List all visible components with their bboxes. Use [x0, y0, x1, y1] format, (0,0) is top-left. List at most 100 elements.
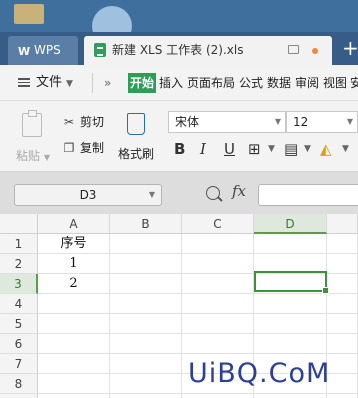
cell-c4[interactable] — [182, 294, 254, 314]
fill-color-icon[interactable]: ◭ — [320, 139, 332, 159]
cell-c6[interactable] — [182, 334, 254, 354]
insert-function-button[interactable]: fx — [232, 182, 246, 200]
document-tab[interactable]: 新建 XLS 工作表 (2).xls — [84, 36, 332, 65]
tab-insert[interactable]: 插入 — [157, 73, 185, 93]
cell-e4[interactable] — [327, 294, 358, 314]
copy-button[interactable]: ❐ 复制 — [62, 139, 104, 156]
row-header-8[interactable]: 8 — [0, 374, 38, 394]
cell-c2[interactable] — [182, 254, 254, 274]
column-header-c[interactable]: C — [182, 214, 254, 234]
row-header-5[interactable]: 5 — [0, 314, 38, 334]
select-all-corner[interactable] — [0, 214, 38, 234]
folder-icon[interactable] — [14, 4, 44, 24]
tab-data[interactable]: 数据 — [265, 73, 293, 93]
cell-b1[interactable] — [110, 234, 182, 254]
cell-d5[interactable] — [254, 314, 327, 334]
desktop-background — [0, 0, 358, 32]
column-header-b[interactable]: B — [110, 214, 182, 234]
title-tab-bar: W WPS 新建 XLS 工作表 (2).xls + — [0, 32, 358, 65]
cell-b7[interactable] — [110, 354, 182, 374]
cell-b4[interactable] — [110, 294, 182, 314]
cell-b6[interactable] — [110, 334, 182, 354]
chevron-down-icon[interactable]: ▼ — [342, 139, 349, 159]
italic-icon[interactable]: I — [200, 139, 206, 159]
cell-a8[interactable] — [38, 374, 110, 394]
tab-review[interactable]: 审阅 — [293, 73, 321, 93]
cell-e8[interactable] — [327, 374, 358, 394]
chevron-down-icon[interactable]: ▼ — [304, 139, 311, 159]
cell-d9[interactable] — [254, 394, 327, 398]
cell-c3[interactable] — [182, 274, 254, 294]
cell-a7[interactable] — [38, 354, 110, 374]
column-header-d[interactable]: D — [254, 214, 327, 234]
cell-a9[interactable] — [38, 394, 110, 398]
cell-d1[interactable] — [254, 234, 327, 254]
cell-e7[interactable] — [327, 354, 358, 374]
unsaved-dot-icon — [312, 48, 318, 54]
monitor-icon[interactable] — [288, 45, 299, 54]
cell-a2[interactable]: 1 — [38, 254, 110, 274]
font-name-value: 宋体 — [175, 115, 200, 129]
column-header-a[interactable]: A — [38, 214, 110, 234]
desktop-app-icon[interactable] — [92, 6, 132, 32]
column-header-e[interactable] — [327, 214, 358, 234]
merge-cells-icon[interactable]: ▤ — [284, 139, 298, 159]
cell-b2[interactable] — [110, 254, 182, 274]
tab-view[interactable]: 视图 — [321, 73, 349, 93]
cell-a3[interactable]: 2 — [38, 274, 110, 294]
row-header-4[interactable]: 4 — [0, 294, 38, 314]
cell-b3[interactable] — [110, 274, 182, 294]
cell-e5[interactable] — [327, 314, 358, 334]
cell-b9[interactable] — [110, 394, 182, 398]
paste-label: 粘贴 — [16, 149, 41, 163]
cell-c1[interactable] — [182, 234, 254, 254]
wps-home-tab[interactable]: W WPS — [8, 36, 78, 65]
cell-a6[interactable] — [38, 334, 110, 354]
cell-e9[interactable] — [327, 394, 358, 398]
tab-formulas[interactable]: 公式 — [237, 73, 265, 93]
underline-icon[interactable]: U — [224, 139, 235, 159]
format-painter-button[interactable]: 格式刷 — [116, 109, 156, 162]
font-name-select[interactable]: 宋体 ▼ — [168, 111, 286, 133]
cell-c9[interactable] — [182, 394, 254, 398]
cell-a5[interactable] — [38, 314, 110, 334]
cell-d6[interactable] — [254, 334, 327, 354]
tab-security[interactable]: 安 — [348, 73, 358, 93]
borders-icon[interactable]: ⊞ — [248, 139, 261, 159]
hamburger-icon — [18, 76, 30, 89]
tab-home[interactable]: 开始 — [128, 73, 157, 93]
name-box[interactable]: D3 ▼ — [14, 184, 162, 206]
row-header-6[interactable]: 6 — [0, 334, 38, 354]
row-header-7[interactable]: 7 — [0, 354, 38, 374]
cell-e3[interactable] — [327, 274, 358, 294]
more-tabs-button[interactable]: » — [104, 65, 111, 101]
bold-icon[interactable]: B — [174, 139, 185, 159]
formula-input[interactable] — [258, 184, 358, 206]
cell-e6[interactable] — [327, 334, 358, 354]
row-header-3[interactable]: 3 — [0, 274, 38, 294]
font-size-select[interactable]: 12 ▼ — [286, 111, 358, 133]
cell-b8[interactable] — [110, 374, 182, 394]
spreadsheet-icon — [94, 43, 106, 57]
cell-a1[interactable]: 序号 — [38, 234, 110, 254]
cut-button[interactable]: ✂ 剪切 — [62, 113, 104, 130]
paste-button[interactable]: 粘贴 ▼ — [16, 109, 50, 167]
chevron-down-icon: ▼ — [346, 117, 353, 126]
row-header-9[interactable]: 9 — [0, 394, 38, 398]
cell-e1[interactable] — [327, 234, 358, 254]
tab-page-layout[interactable]: 页面布局 — [185, 73, 237, 93]
cell-c5[interactable] — [182, 314, 254, 334]
cell-d4[interactable] — [254, 294, 327, 314]
chevron-down-icon: ▼ — [43, 153, 50, 162]
cell-e2[interactable] — [327, 254, 358, 274]
zoom-search-icon[interactable] — [206, 186, 220, 200]
row-header-1[interactable]: 1 — [0, 234, 38, 254]
cell-a4[interactable] — [38, 294, 110, 314]
cell-b5[interactable] — [110, 314, 182, 334]
new-tab-button[interactable]: + — [342, 36, 358, 62]
row-header-2[interactable]: 2 — [0, 254, 38, 274]
chevron-down-icon[interactable]: ▼ — [268, 139, 275, 159]
home-ribbon: 粘贴 ▼ ✂ 剪切 ❐ 复制 格式刷 宋体 ▼ 12 ▼ B I U ⊞ ▼ ▤ ▼… — [0, 101, 358, 172]
chevron-down-icon: ▼ — [66, 79, 73, 89]
file-menu[interactable]: 文件 ▼ — [18, 65, 73, 102]
